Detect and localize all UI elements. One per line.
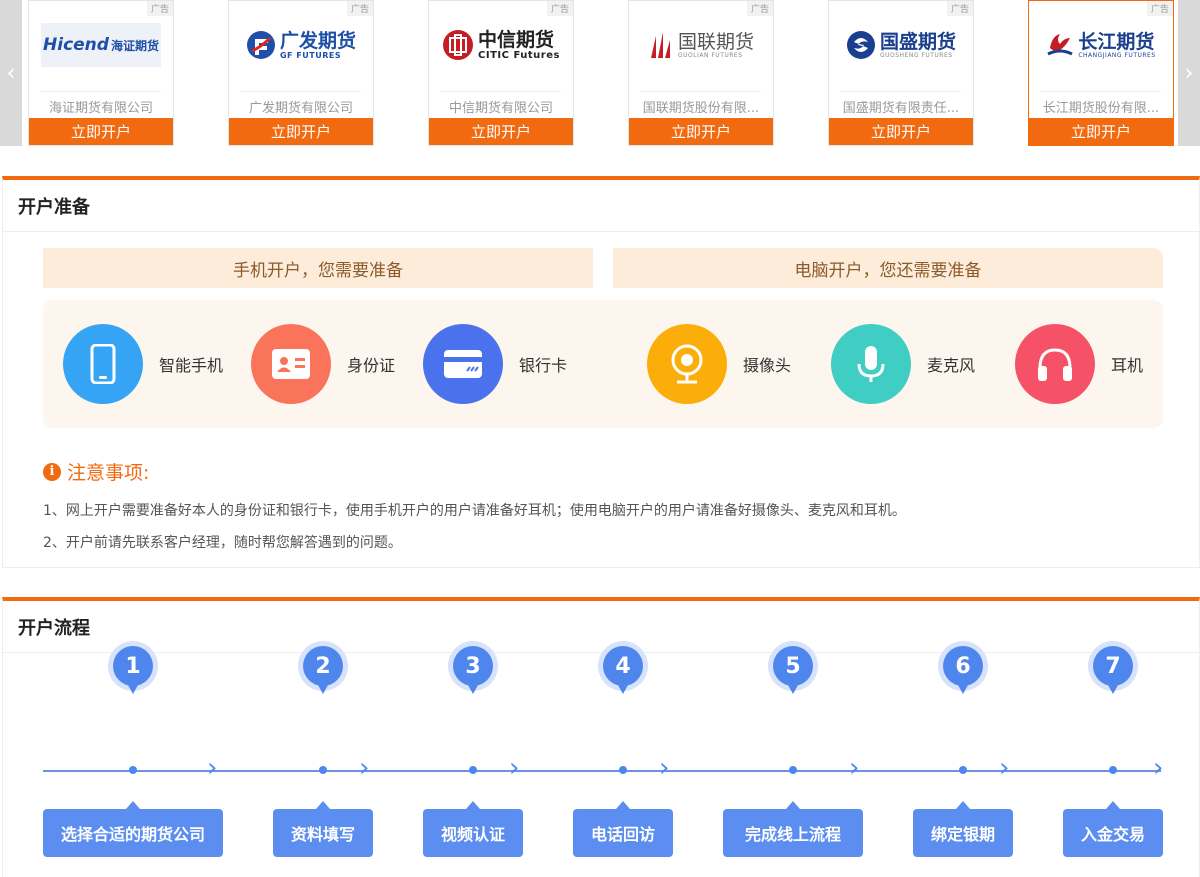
- step-number: 6: [943, 646, 983, 694]
- guolian-logo-icon: [650, 32, 670, 58]
- pc-prep-header: 电脑开户，您还需要准备: [613, 248, 1163, 288]
- company-name: 广发期货有限公司: [248, 101, 353, 116]
- step-button-phone-callback[interactable]: 电话回访: [573, 801, 673, 857]
- step-number: 7: [1093, 646, 1133, 694]
- timeline-chevron-icon: ›: [359, 753, 370, 783]
- broker-card-changjiang[interactable]: 广告 长江期货 CHANGJIANG FUTURES 长江期货股份有限... 立…: [1028, 0, 1174, 146]
- step-number: 4: [603, 646, 643, 694]
- company-name: 海证期货有限公司: [48, 101, 153, 116]
- timeline-dot: [469, 766, 477, 774]
- timeline-chevron-icon: ›: [659, 753, 670, 783]
- changjiang-logo-icon: [1047, 34, 1074, 56]
- timeline-dot: [129, 766, 137, 774]
- guosheng-logo: 国盛期货 GUOSHENG FUTURES: [841, 23, 961, 67]
- timeline-dot: [1109, 766, 1117, 774]
- carousel-next-arrow[interactable]: ›: [1178, 0, 1200, 146]
- step-number: 5: [773, 646, 813, 694]
- haizheng-logo: Hicend 海证期货: [41, 23, 161, 67]
- broker-card-hicend[interactable]: 广告 Hicend 海证期货 海证期货有限公司 立即开户: [28, 0, 174, 146]
- timeline-chevron-icon: ›: [999, 753, 1010, 783]
- step-button-complete-online[interactable]: 完成线上流程: [723, 801, 863, 857]
- process-section-title: 开户流程: [3, 601, 1199, 653]
- prep-item-smartphone: 智能手机: [63, 324, 223, 404]
- ad-tag: 广告: [946, 1, 973, 16]
- open-account-button[interactable]: 立即开户: [29, 118, 173, 145]
- notice-item-2: 2、开户前请先联系客户经理，随时帮您解答遇到的问题。: [43, 535, 402, 551]
- notice-item-1: 1、网上开户需要准备好本人的身份证和银行卡，使用手机开户的用户请准备好耳机；使用…: [43, 503, 906, 519]
- broker-card-guosheng[interactable]: 广告 国盛期货 GUOSHENG FUTURES 国盛期货有限责任... 立即开…: [828, 0, 974, 146]
- timeline-dot: [619, 766, 627, 774]
- timeline-dot: [789, 766, 797, 774]
- broker-card-guolian[interactable]: 广告 国联期货 GUOLIAN FUTURES 国联期货股份有限... 立即开户: [628, 0, 774, 146]
- company-name: 中信期货有限公司: [448, 101, 553, 116]
- carousel-prev-arrow[interactable]: ‹: [0, 0, 22, 146]
- open-account-button[interactable]: 立即开户: [429, 118, 573, 145]
- info-icon: i: [43, 462, 61, 481]
- step-button-video-verify[interactable]: 视频认证: [423, 801, 523, 857]
- broker-card-gf[interactable]: 广告 广发期货 GF FUTURES 广发期货有限公司 立即开户: [228, 0, 374, 146]
- timeline-chevron-icon: ›: [207, 753, 218, 783]
- prep-items-panel: 智能手机 身份证 银行卡 摄像头 麦克风 耳机: [43, 300, 1163, 428]
- prep-item-microphone: 麦克风: [831, 324, 975, 404]
- prep-item-id-card: 身份证: [251, 324, 395, 404]
- citic-logo: 中信期货 CITIC Futures: [441, 23, 561, 67]
- ad-tag: 广告: [746, 1, 773, 16]
- step-button-fill-info[interactable]: 资料填写: [273, 801, 373, 857]
- timeline-chevron-icon: ›: [1153, 753, 1164, 783]
- prep-section-title: 开户准备: [3, 180, 1199, 232]
- prep-item-headphones: 耳机: [1015, 324, 1143, 404]
- open-account-button[interactable]: 立即开户: [629, 118, 773, 145]
- notice-title: i 注意事项:: [43, 458, 149, 485]
- timeline-chevron-icon: ›: [509, 753, 520, 783]
- prep-item-webcam: 摄像头: [647, 324, 791, 404]
- account-prep-section: 开户准备 手机开户，您需要准备 电脑开户，您还需要准备 智能手机 身份证 银行卡: [2, 176, 1200, 568]
- gf-logo-icon: [246, 31, 275, 59]
- changjiang-logo: 长江期货 CHANGJIANG FUTURES: [1041, 23, 1161, 67]
- timeline-dot: [959, 766, 967, 774]
- ad-tag: 广告: [546, 1, 573, 16]
- step-number: 1: [113, 646, 153, 694]
- step-button-deposit-trade[interactable]: 入金交易: [1063, 801, 1163, 857]
- guolian-logo: 国联期货 GUOLIAN FUTURES: [641, 23, 761, 67]
- open-account-button[interactable]: 立即开户: [1029, 118, 1173, 145]
- ad-tag: 广告: [146, 1, 173, 16]
- microphone-icon: [831, 324, 911, 404]
- guosheng-logo-icon: [846, 31, 875, 59]
- broker-card-citic[interactable]: 广告 中信期货 CITIC Futures 中信期货有限公司 立即开户: [428, 0, 574, 146]
- ad-tag: 广告: [346, 1, 373, 16]
- timeline-chevron-icon: ›: [849, 753, 860, 783]
- timeline-dot: [319, 766, 327, 774]
- mobile-prep-header: 手机开户，您需要准备: [43, 248, 593, 288]
- step-number: 2: [303, 646, 343, 694]
- ad-tag: 广告: [1146, 1, 1173, 16]
- company-name: 国联期货股份有限...: [642, 101, 760, 116]
- account-process-section: 开户流程 1 选择合适的期货公司 › 2 资料填写 › 3 视频认证 › 4 电…: [2, 597, 1200, 877]
- gf-futures-logo: 广发期货 GF FUTURES: [241, 23, 361, 67]
- company-name: 国盛期货有限责任...: [842, 101, 960, 116]
- step-button-choose-company[interactable]: 选择合适的期货公司: [43, 801, 223, 857]
- step-number: 3: [453, 646, 493, 694]
- company-name: 长江期货股份有限...: [1042, 101, 1160, 116]
- broker-carousel: ‹ 广告 Hicend 海证期货 海证期货有限公司 立即开户 广告 广发期货 G…: [0, 0, 1200, 150]
- step-button-bind-bank[interactable]: 绑定银期: [913, 801, 1013, 857]
- open-account-button[interactable]: 立即开户: [229, 118, 373, 145]
- smartphone-icon: [63, 324, 143, 404]
- prep-item-bank-card: 银行卡: [423, 324, 567, 404]
- headphones-icon: [1015, 324, 1095, 404]
- id-card-icon: [251, 324, 331, 404]
- webcam-icon: [647, 324, 727, 404]
- open-account-button[interactable]: 立即开户: [829, 118, 973, 145]
- citic-logo-icon: [443, 30, 474, 60]
- bank-card-icon: [423, 324, 503, 404]
